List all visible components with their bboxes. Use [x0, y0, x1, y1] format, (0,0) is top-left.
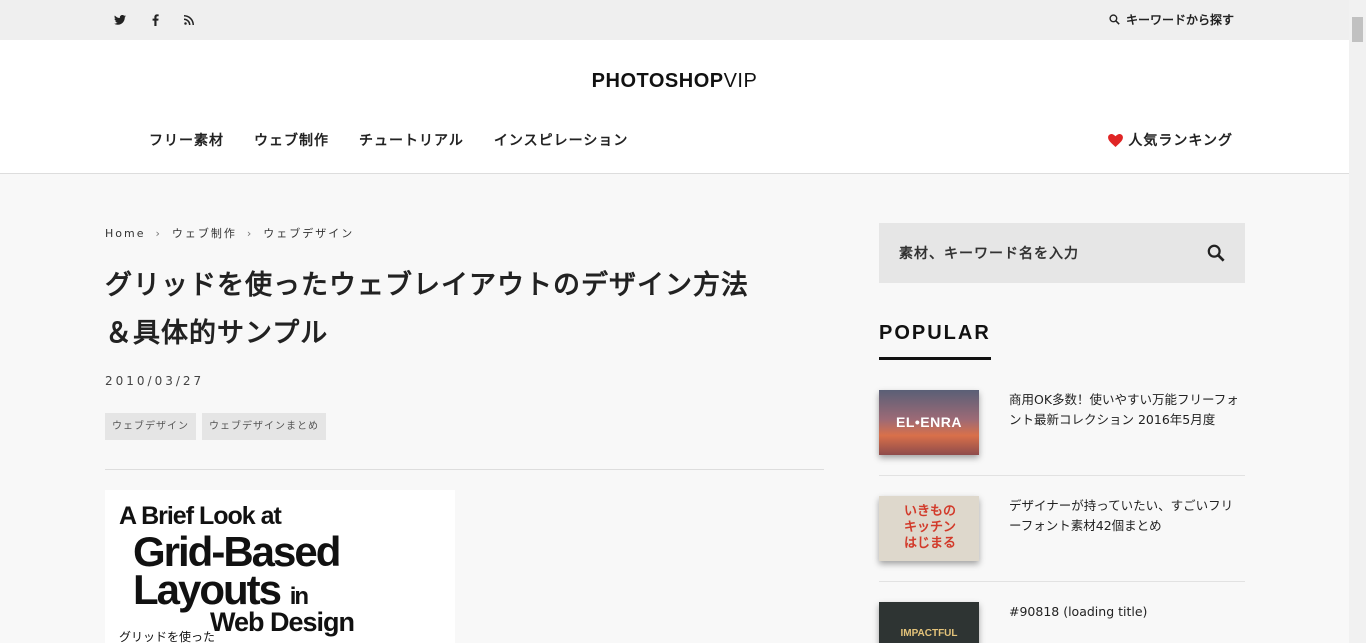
popular-post[interactable]: いきものキッチンはじまる デザイナーが持っていたい、すごいフリーフォント素材42… — [879, 496, 1245, 562]
site-header: PHOTOSHOPVIP フリー素材 ウェブ制作 チュートリアル インスピレーシ… — [0, 40, 1349, 174]
top-bar: キーワードから探す — [0, 0, 1349, 40]
post-title[interactable]: #90818 (loading title) — [1009, 602, 1245, 622]
tag-list: ウェブデザイン ウェブデザインまとめ — [105, 413, 326, 440]
logo-suffix: VIP — [723, 70, 758, 92]
divider — [879, 581, 1245, 582]
hero-caption: グリッドを使った — [119, 630, 216, 643]
breadcrumb-web-design[interactable]: ウェブデザイン — [263, 225, 354, 241]
header-search-label: キーワードから探す — [1125, 13, 1234, 27]
popular-heading: POPULAR — [879, 322, 991, 360]
tag-web-design[interactable]: ウェブデザイン — [105, 413, 196, 440]
popular-post[interactable]: IMPACTFUL #90818 (loading title) — [879, 602, 1245, 643]
thumbnail-text: いきものキッチンはじまる — [904, 504, 957, 551]
scrollbar-thumb[interactable] — [1352, 17, 1363, 42]
nav-item-tutorial[interactable]: チュートリアル — [359, 130, 464, 150]
logo-main: PHOTOSHOP — [591, 70, 724, 92]
heart-icon — [1108, 133, 1124, 147]
chevron-right-icon: › — [155, 226, 162, 240]
header-search-link[interactable]: キーワードから探す — [1109, 11, 1234, 28]
breadcrumb: Home › ウェブ制作 › ウェブデザイン — [105, 225, 354, 241]
thumbnail-text: EL•ENRA — [896, 414, 962, 430]
facebook-icon[interactable] — [147, 12, 163, 28]
post-thumbnail[interactable]: EL•ENRA — [879, 390, 979, 455]
hero-image: A Brief Look at Grid-Based Layouts in We… — [105, 490, 455, 643]
chevron-right-icon: › — [246, 226, 254, 240]
main-nav: フリー素材 ウェブ制作 チュートリアル インスピレーション — [149, 130, 628, 150]
search-icon — [1109, 14, 1120, 25]
ranking-link[interactable]: 人気ランキング — [1108, 130, 1233, 150]
hero-line-3-suffix: in — [289, 583, 309, 610]
search-icon[interactable] — [1207, 244, 1225, 262]
rss-icon[interactable] — [181, 12, 197, 28]
nav-item-web-production[interactable]: ウェブ制作 — [254, 130, 329, 150]
nav-item-free-materials[interactable]: フリー素材 — [149, 130, 224, 150]
popular-post[interactable]: EL•ENRA 商用OK多数！使いやすい万能フリーフォント最新コレクション 20… — [879, 390, 1245, 456]
thumbnail-text: IMPACTFUL — [900, 628, 958, 639]
sidebar-search-input[interactable]: 素材、キーワード名を入力 — [879, 223, 1245, 283]
scrollbar[interactable] — [1349, 0, 1366, 643]
tag-web-design-roundup[interactable]: ウェブデザインまとめ — [202, 413, 326, 440]
breadcrumb-home[interactable]: Home — [105, 227, 145, 240]
page-title: グリッドを使ったウェブレイアウトのデザイン方法＆具体的サンプル — [105, 270, 749, 349]
divider — [879, 475, 1245, 476]
post-title[interactable]: 商用OK多数！使いやすい万能フリーフォント最新コレクション 2016年5月度 — [1009, 390, 1245, 430]
nav-item-inspiration[interactable]: インスピレーション — [494, 130, 628, 150]
hero-line-3-main: Layouts — [133, 566, 282, 613]
divider — [105, 469, 824, 470]
post-thumbnail[interactable]: IMPACTFUL — [879, 602, 979, 643]
breadcrumb-web-production[interactable]: ウェブ制作 — [172, 225, 237, 241]
sidebar-search-placeholder: 素材、キーワード名を入力 — [899, 246, 1079, 262]
hero-line-1: A Brief Look at — [119, 502, 282, 530]
site-logo[interactable]: PHOTOSHOPVIP — [0, 70, 1349, 93]
hero-line-4: Web Design — [210, 607, 355, 637]
publish-date: 2010/03/27 — [105, 374, 205, 388]
post-thumbnail[interactable]: いきものキッチンはじまる — [879, 496, 979, 561]
ranking-label: 人気ランキング — [1128, 133, 1233, 149]
post-title[interactable]: デザイナーが持っていたい、すごいフリーフォント素材42個まとめ — [1009, 496, 1245, 536]
twitter-icon[interactable] — [112, 12, 128, 28]
